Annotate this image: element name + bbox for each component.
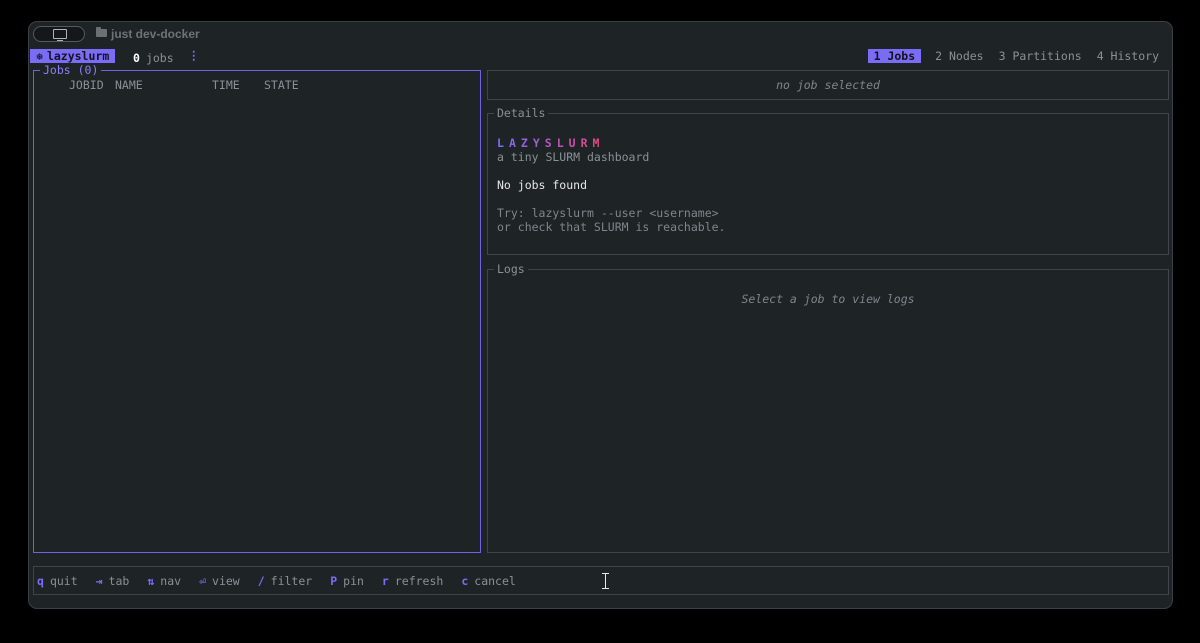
keybinding-quit[interactable]: q quit: [37, 574, 78, 588]
brand-letter: Z: [520, 136, 533, 150]
job-summary-panel: no job selected: [487, 70, 1169, 100]
keybinding-key: c: [461, 574, 469, 588]
jobs-panel-title: Jobs (0): [40, 63, 102, 77]
column-header-state: STATE: [264, 78, 299, 92]
jobs-panel[interactable]: Jobs (0) JOBID NAME TIME STATE: [33, 63, 481, 553]
title-bar: just dev-docker: [29, 22, 1172, 46]
brand-letter: L: [497, 136, 509, 150]
snowflake-icon: ❅: [36, 49, 43, 63]
tab-bar: 1 Jobs 2 Nodes 3 Partitions 4 History: [867, 49, 1160, 63]
tab-partitions[interactable]: 3 Partitions: [998, 49, 1083, 63]
job-count-number: 0: [133, 51, 140, 65]
keybinding-label: filter: [270, 574, 313, 588]
details-body: LAZYSLURM a tiny SLURM dashboard No jobs…: [497, 136, 725, 234]
text-cursor-icon: [602, 573, 610, 589]
keybinding-label: pin: [343, 574, 364, 588]
no-jobs-message: No jobs found: [497, 178, 588, 192]
folder-icon: [96, 27, 107, 37]
tab-history[interactable]: 4 History: [1096, 49, 1160, 63]
keybinding-label: cancel: [474, 574, 516, 588]
brand-letter: Y: [532, 136, 545, 150]
tagline: a tiny SLURM dashboard: [497, 150, 650, 164]
brand-letter: R: [580, 136, 593, 150]
keybinding-key: ⇅: [147, 574, 155, 588]
tab-nodes[interactable]: 2 Nodes: [934, 49, 984, 63]
keybinding-label: quit: [49, 574, 78, 588]
keybinding-label: refresh: [394, 574, 444, 588]
keybinding-view[interactable]: ⏎ view: [199, 574, 240, 588]
job-count: 0 jobs: [133, 51, 174, 65]
logs-placeholder: Select a job to view logs: [741, 292, 915, 306]
more-menu-icon[interactable]: ⋮: [188, 48, 200, 62]
keybinding-nav[interactable]: ⇅ nav: [147, 574, 181, 588]
keybinding-tab[interactable]: ⇥ tab: [96, 574, 130, 588]
monitor-icon: [53, 29, 67, 41]
keybinding-refresh[interactable]: r refresh: [382, 574, 443, 588]
job-count-label: jobs: [145, 51, 174, 65]
window-tab-pill[interactable]: [33, 26, 85, 42]
brand-letter: A: [508, 136, 521, 150]
window-title: just dev-docker: [111, 27, 200, 41]
keybinding-label: view: [212, 574, 240, 588]
column-header-jobid: JOBID: [69, 78, 104, 92]
hint-line-1: Try: lazyslurm --user <username>: [497, 206, 719, 220]
keybinding-key: /: [257, 574, 265, 588]
keybinding-filter[interactable]: / filter: [258, 574, 312, 588]
brand-logo-text: LAZYSLURM: [497, 136, 725, 150]
brand-letter: S: [544, 136, 557, 150]
logs-panel[interactable]: Logs Select a job to view logs: [487, 262, 1169, 553]
keybinding-key: r: [381, 574, 389, 588]
column-header-name: NAME: [115, 78, 143, 92]
details-panel-title: Details: [494, 106, 549, 120]
app-name: lazyslurm: [46, 49, 110, 63]
app-badge: ❅ lazyslurm: [30, 49, 116, 63]
brand-letter: M: [592, 136, 605, 150]
brand-letter: U: [568, 136, 581, 150]
column-header-time: TIME: [212, 78, 240, 92]
keybinding-key: P: [330, 574, 338, 588]
details-panel: Details LAZYSLURM a tiny SLURM dashboard…: [487, 106, 1169, 255]
logs-panel-title: Logs: [494, 262, 528, 276]
keybinding-key: ⏎: [199, 574, 207, 588]
keybinding-key: q: [37, 574, 44, 588]
hint-line-2: or check that SLURM is reachable.: [497, 220, 726, 234]
no-job-selected-text: no job selected: [776, 78, 880, 92]
keybinding-label: tab: [108, 574, 130, 588]
brand-letter: L: [556, 136, 569, 150]
tab-jobs[interactable]: 1 Jobs: [867, 49, 922, 63]
terminal-window: just dev-docker ❅ lazyslurm 0 jobs ⋮ 1 Job…: [28, 21, 1173, 609]
keybinding-label: nav: [160, 574, 182, 588]
keybinding-cancel[interactable]: c cancel: [461, 574, 515, 588]
keybinding-pin[interactable]: Ppin: [330, 574, 364, 588]
keybinding-key: ⇥: [95, 574, 103, 588]
status-row: ❅ lazyslurm 0 jobs ⋮ 1 Jobs 2 Nodes 3 Part…: [29, 48, 1172, 65]
keybinding-list: q quit ⇥ tab ⇅ nav ⏎ view / filter Ppin r refresh c ca…: [37, 574, 516, 588]
keybindings-bar: q quit ⇥ tab ⇅ nav ⏎ view / filter Ppin r refresh c ca…: [33, 566, 1169, 595]
